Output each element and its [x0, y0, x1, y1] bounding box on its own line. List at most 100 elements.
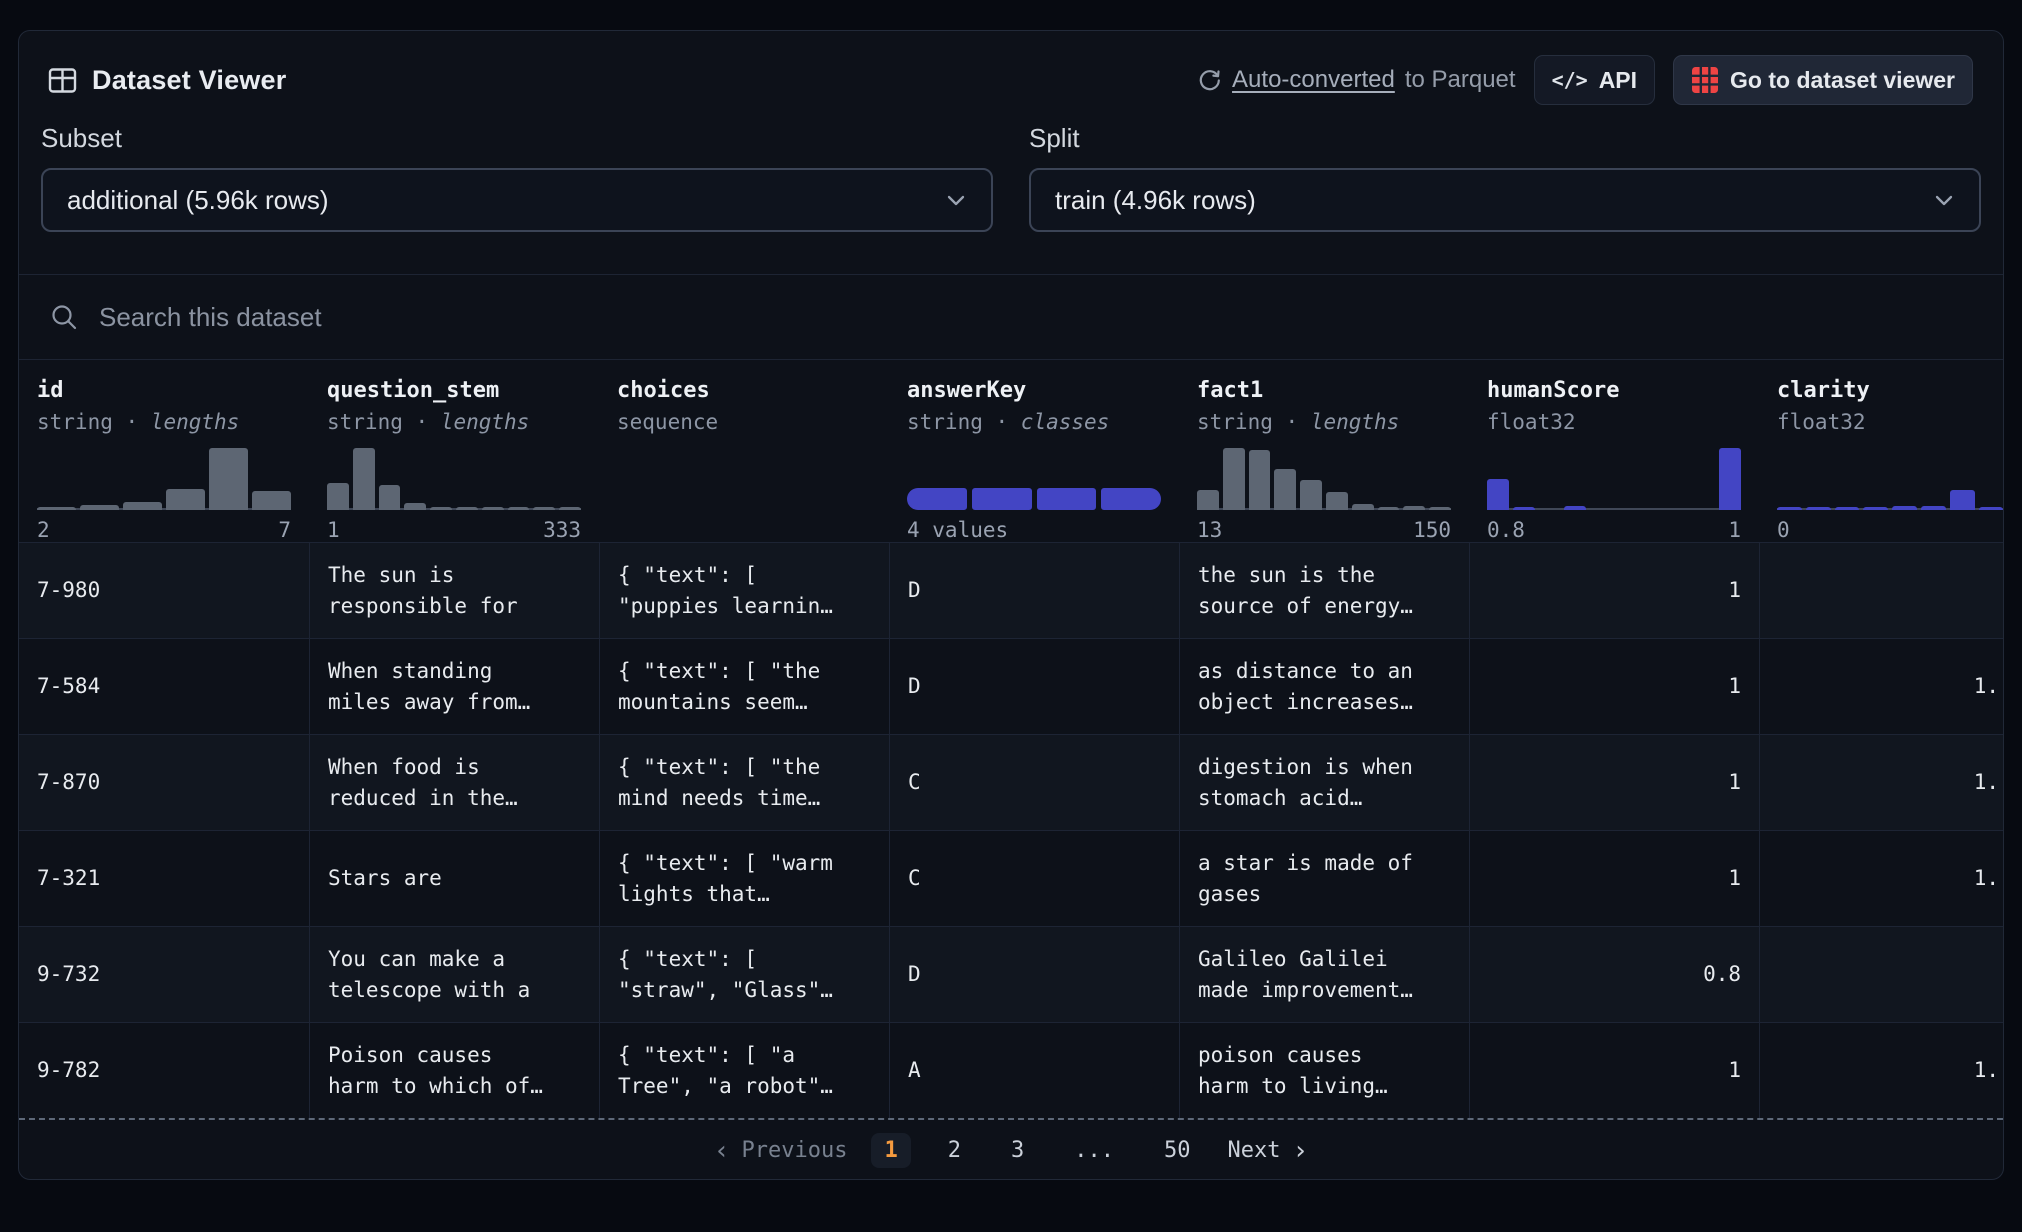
cell-id[interactable]: 7-870 — [19, 735, 309, 830]
cell-text: D — [908, 959, 921, 990]
cell-fact1[interactable]: Galileo Galilei made improvement… — [1179, 927, 1469, 1022]
split-select[interactable]: train (4.96k rows) — [1029, 168, 1981, 232]
go-to-dataset-viewer-button[interactable]: Go to dataset viewer — [1673, 55, 1973, 105]
cell-id[interactable]: 9-732 — [19, 927, 309, 1022]
histogram-id[interactable] — [37, 444, 291, 510]
cell-clarity[interactable]: 1. — [1759, 1023, 2004, 1118]
column-name: humanScore — [1487, 378, 1741, 403]
cell-humanScore[interactable]: 0.8 — [1469, 927, 1759, 1022]
cell-choices[interactable]: { "text": [ "warm lights that… — [599, 831, 889, 926]
cell-question_stem[interactable]: When standing miles away from… — [309, 639, 599, 734]
cell-answerKey[interactable]: C — [889, 735, 1179, 830]
cell-clarity[interactable] — [1759, 927, 2004, 1022]
histogram-bar — [1892, 506, 1917, 510]
histogram-min: 0 — [1777, 518, 1790, 542]
cell-answerKey[interactable]: D — [889, 927, 1179, 1022]
cell-id[interactable]: 7-980 — [19, 543, 309, 638]
cell-id[interactable]: 7-584 — [19, 639, 309, 734]
cell-fact1[interactable]: the sun is the source of energy… — [1179, 543, 1469, 638]
cell-humanScore[interactable]: 1 — [1469, 831, 1759, 926]
histogram-max: 333 — [543, 518, 581, 542]
pagination-page-1[interactable]: 1 — [871, 1133, 910, 1168]
histogram-bar — [123, 502, 162, 510]
histogram-bar — [482, 507, 504, 510]
cell-answerKey[interactable]: D — [889, 639, 1179, 734]
histogram-bar — [1719, 448, 1741, 510]
cell-question_stem[interactable]: The sun is responsible for — [309, 543, 599, 638]
histogram-fact1[interactable] — [1197, 444, 1451, 510]
column-header-choices: choicessequence — [599, 360, 889, 542]
table-row: 9-732You can make a telescope with a{ "t… — [19, 926, 2004, 1022]
cell-text: digestion is when stomach acid… — [1198, 752, 1413, 814]
cell-choices[interactable]: { "text": [ "a Tree", "a robot"… — [599, 1023, 889, 1118]
cell-choices[interactable]: { "text": [ "the mind needs time… — [599, 735, 889, 830]
cell-question_stem[interactable]: Poison causes harm to which of… — [309, 1023, 599, 1118]
cell-text: 1 — [1728, 671, 1741, 702]
cell-choices[interactable]: { "text": [ "puppies learnin… — [599, 543, 889, 638]
histogram-answerKey[interactable] — [907, 444, 1161, 510]
histogram-bar — [1487, 479, 1509, 510]
cell-humanScore[interactable]: 1 — [1469, 543, 1759, 638]
cell-text: 1 — [1728, 863, 1741, 894]
search-icon — [49, 302, 79, 332]
cell-clarity[interactable] — [1759, 543, 2004, 638]
pagination-next[interactable]: Next› — [1227, 1138, 1308, 1164]
cell-fact1[interactable]: poison causes harm to living… — [1179, 1023, 1469, 1118]
cell-id[interactable]: 7-321 — [19, 831, 309, 926]
pagination-page-3[interactable]: 3 — [998, 1133, 1037, 1168]
pagination-previous-label: Previous — [742, 1138, 848, 1163]
api-button[interactable]: </> API — [1534, 55, 1655, 105]
histogram-question_stem[interactable] — [327, 444, 581, 510]
cell-answerKey[interactable]: A — [889, 1023, 1179, 1118]
histogram-max: 1 — [1728, 518, 1741, 542]
histogram-range: 0 — [1777, 518, 1987, 542]
cell-fact1[interactable]: digestion is when stomach acid… — [1179, 735, 1469, 830]
auto-converted-link[interactable]: Auto-converted — [1232, 66, 1395, 94]
histogram-bar — [533, 507, 555, 510]
cell-question_stem[interactable]: Stars are — [309, 831, 599, 926]
cell-question_stem[interactable]: When food is reduced in the… — [309, 735, 599, 830]
pagination-page-50[interactable]: 50 — [1151, 1133, 1204, 1168]
pagination-page-2[interactable]: 2 — [935, 1133, 974, 1168]
code-icon: </> — [1552, 68, 1588, 92]
pagination-page-...[interactable]: ... — [1061, 1133, 1127, 1168]
pagination-previous[interactable]: ‹Previous — [714, 1138, 848, 1164]
histogram-choices — [617, 444, 871, 510]
cell-answerKey[interactable]: C — [889, 831, 1179, 926]
cell-humanScore[interactable]: 1 — [1469, 735, 1759, 830]
cell-text: 1 — [1728, 1055, 1741, 1086]
page-title: Dataset Viewer — [92, 65, 286, 96]
histogram-min: 2 — [37, 518, 50, 542]
class-segment — [1037, 488, 1097, 510]
cell-humanScore[interactable]: 1 — [1469, 1023, 1759, 1118]
histogram-max: 150 — [1413, 518, 1451, 542]
histogram-range: 13 150 — [1197, 518, 1451, 542]
cell-question_stem[interactable]: You can make a telescope with a — [309, 927, 599, 1022]
cell-choices[interactable]: { "text": [ "the mountains seem… — [599, 639, 889, 734]
table-row: 9-782Poison causes harm to which of…{ "t… — [19, 1022, 2004, 1118]
cell-humanScore[interactable]: 1 — [1469, 639, 1759, 734]
histogram-bar — [1950, 490, 1975, 510]
cell-fact1[interactable]: as distance to an object increases… — [1179, 639, 1469, 734]
dataset-viewer-card: Dataset Viewer Auto-converted to Parquet… — [18, 30, 2004, 1180]
subset-select[interactable]: additional (5.96k rows) — [41, 168, 993, 232]
cell-id[interactable]: 9-782 — [19, 1023, 309, 1118]
cell-answerKey[interactable]: D — [889, 543, 1179, 638]
cell-clarity[interactable]: 1. — [1759, 831, 2004, 926]
column-name: choices — [617, 378, 871, 403]
histogram-bar — [252, 491, 291, 510]
histogram-clarity[interactable] — [1777, 444, 2004, 510]
split-label: Split — [1029, 123, 1981, 154]
column-header-fact1: fact1string · lengths13150 — [1179, 360, 1469, 542]
cell-choices[interactable]: { "text": [ "straw", "Glass"… — [599, 927, 889, 1022]
histogram-bar — [327, 483, 349, 510]
cell-text: D — [908, 671, 921, 702]
cell-clarity[interactable]: 1. — [1759, 639, 2004, 734]
histogram-humanScore[interactable] — [1487, 444, 1741, 510]
histogram-min: 13 — [1197, 518, 1222, 542]
cell-clarity[interactable]: 1. — [1759, 735, 2004, 830]
search-input[interactable] — [97, 301, 2003, 334]
histogram-bar — [1777, 507, 1802, 510]
cell-fact1[interactable]: a star is made of gases — [1179, 831, 1469, 926]
cell-text: A — [908, 1055, 921, 1086]
